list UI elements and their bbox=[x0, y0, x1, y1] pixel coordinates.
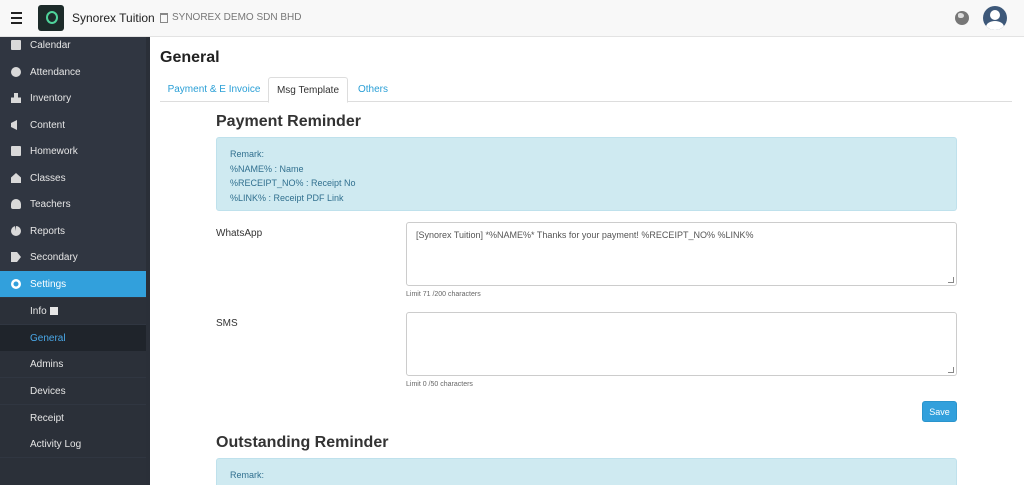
calendar-icon bbox=[11, 40, 21, 50]
sidebar-item-calendar[interactable]: Calendar bbox=[0, 32, 146, 58]
main-content: General Payment & E Invoice Msg Template… bbox=[150, 37, 1024, 485]
sidebar-item-label: Activity Log bbox=[30, 438, 82, 450]
sidebar-item-label: Calendar bbox=[30, 39, 71, 51]
sidebar-item-content[interactable]: Content bbox=[0, 112, 146, 138]
remark-box: Remark: %NAME% : Name %RECEIPT_NO% : Rec… bbox=[216, 137, 957, 211]
sidebar-item-label: General bbox=[30, 332, 66, 344]
school-icon bbox=[11, 173, 21, 183]
sidebar-item-reports[interactable]: Reports bbox=[0, 218, 146, 244]
sidebar-subitem-info[interactable]: Info bbox=[0, 298, 146, 324]
sidebar-item-inventory[interactable]: Inventory bbox=[0, 85, 146, 111]
building-icon bbox=[160, 12, 168, 23]
sidebar-item-label: Info bbox=[30, 306, 58, 317]
remark-box: Remark: bbox=[216, 458, 957, 485]
sidebar-subitem-activity-log[interactable]: Activity Log bbox=[0, 431, 146, 457]
sidebar-item-label: Reports bbox=[30, 225, 66, 237]
company-selector[interactable]: SYNOREX DEMO SDN BHD bbox=[160, 12, 301, 23]
section-title-payment-reminder: Payment Reminder bbox=[216, 113, 361, 130]
company-name: SYNOREX DEMO SDN BHD bbox=[172, 12, 302, 23]
sidebar-subitem-devices[interactable]: Devices bbox=[0, 378, 146, 404]
gears-icon bbox=[11, 279, 21, 289]
remark-line: %NAME% : Name bbox=[230, 163, 304, 174]
brand-name: Synorex Tuition bbox=[72, 11, 155, 25]
tag-icon bbox=[11, 252, 21, 262]
sms-label: SMS bbox=[216, 318, 238, 329]
avatar[interactable] bbox=[983, 6, 1007, 30]
sidebar-item-label: Content bbox=[30, 119, 66, 131]
app-logo bbox=[38, 5, 64, 31]
boxes-icon bbox=[11, 93, 21, 103]
sidebar-item-classes[interactable]: Classes bbox=[0, 165, 146, 191]
save-button[interactable]: Save bbox=[922, 401, 957, 422]
remark-line: %LINK% : Receipt PDF Link bbox=[230, 192, 344, 203]
sidebar-item-attendance[interactable]: Attendance bbox=[0, 59, 146, 85]
sidebar-item-label: Admins bbox=[30, 358, 64, 370]
sidebar-item-teachers[interactable]: Teachers bbox=[0, 191, 146, 217]
tab-others[interactable]: Others bbox=[348, 77, 398, 102]
remark-line: %RECEIPT_NO% : Receipt No bbox=[230, 178, 356, 188]
sidebar-subitem-general[interactable]: General bbox=[0, 325, 146, 351]
pie-chart-icon bbox=[11, 226, 21, 236]
sidebar-item-label: Receipt bbox=[30, 412, 64, 424]
sidebar-item-label: Inventory bbox=[30, 92, 72, 104]
tab-bar: Payment & E Invoice Msg Template Others bbox=[160, 77, 1012, 103]
sidebar-item-label: Attendance bbox=[30, 66, 81, 78]
book-icon bbox=[11, 146, 21, 156]
section-title-outstanding-reminder: Outstanding Reminder bbox=[216, 434, 389, 451]
remark-line: Remark: bbox=[230, 149, 265, 159]
sidebar-filler bbox=[0, 458, 146, 485]
sms-char-limit: Limit 0 /50 characters bbox=[406, 381, 473, 388]
sidebar-item-label: Secondary bbox=[30, 251, 78, 263]
whatsapp-label: WhatsApp bbox=[216, 228, 263, 239]
whatsapp-message-textarea[interactable]: [Synorex Tuition] *%NAME%* Thanks for yo… bbox=[406, 222, 957, 286]
sidebar-item-secondary[interactable]: Secondary bbox=[0, 244, 146, 270]
sidebar-item-label: Teachers bbox=[30, 198, 71, 210]
sidebar-subitem-receipt[interactable]: Receipt bbox=[0, 405, 146, 431]
sidebar: Calendar Attendance Inventory Content Ho… bbox=[0, 37, 150, 485]
menu-toggle-icon[interactable] bbox=[11, 12, 22, 24]
sidebar-item-homework[interactable]: Homework bbox=[0, 138, 146, 164]
bullhorn-icon bbox=[11, 120, 17, 130]
tab-payment-e-invoice[interactable]: Payment & E Invoice bbox=[160, 77, 268, 102]
tab-msg-template[interactable]: Msg Template bbox=[268, 77, 348, 103]
sidebar-item-label: Classes bbox=[30, 172, 66, 184]
user-icon bbox=[11, 199, 21, 209]
sidebar-item-label: Homework bbox=[30, 145, 78, 157]
whatsapp-char-limit: Limit 71 /200 characters bbox=[406, 291, 481, 298]
sms-message-textarea[interactable] bbox=[406, 312, 957, 376]
globe-icon[interactable] bbox=[955, 11, 969, 25]
top-bar: Synorex Tuition SYNOREX DEMO SDN BHD bbox=[0, 0, 1024, 37]
edit-icon bbox=[49, 306, 58, 315]
sidebar-subitem-admins[interactable]: Admins bbox=[0, 351, 146, 377]
clock-icon bbox=[11, 67, 21, 77]
sidebar-item-label: Devices bbox=[30, 385, 66, 397]
sidebar-item-label: Settings bbox=[30, 278, 67, 290]
sidebar-item-settings[interactable]: Settings bbox=[0, 271, 146, 297]
page-title: General bbox=[160, 49, 220, 66]
remark-line: Remark: bbox=[230, 470, 265, 480]
